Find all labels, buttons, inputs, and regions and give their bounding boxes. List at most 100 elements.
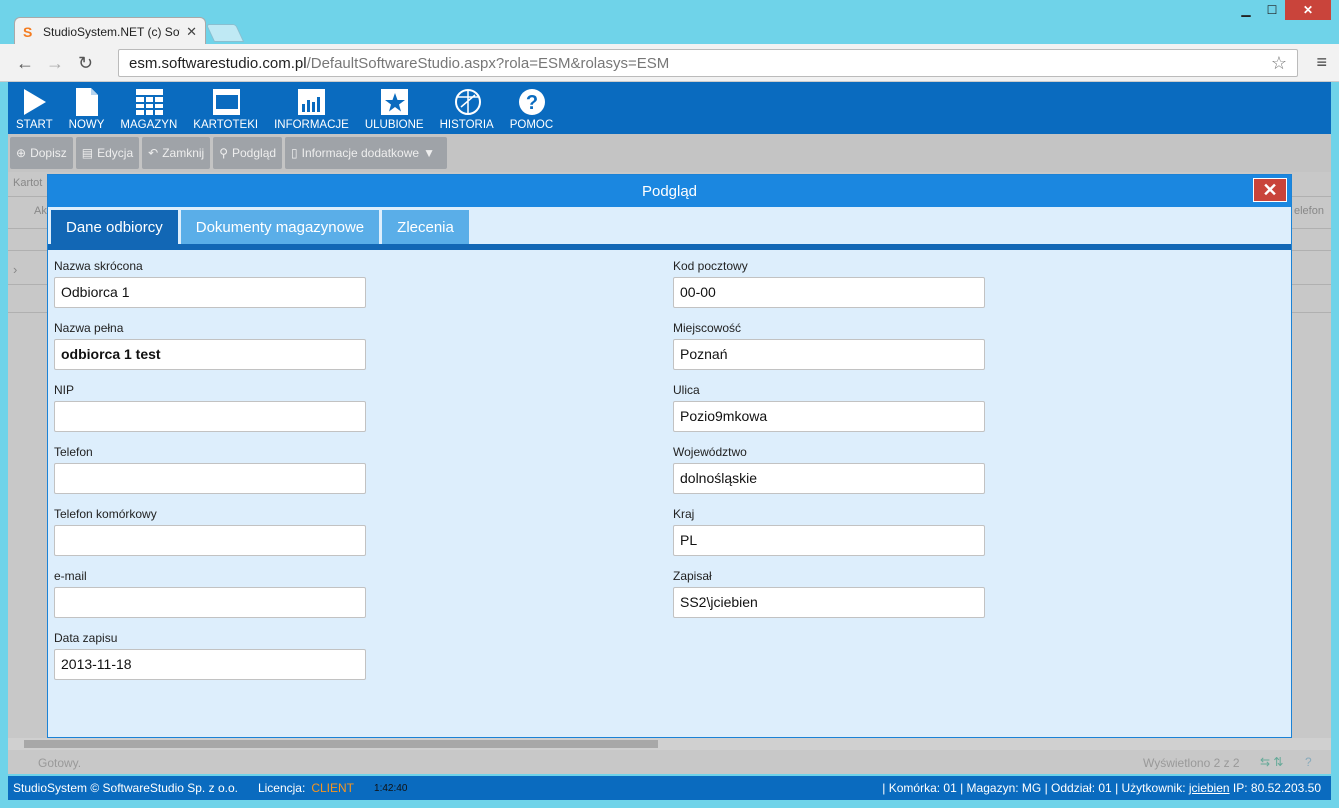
email-input[interactable] bbox=[54, 587, 366, 618]
dialog-close-button[interactable]: ✕ bbox=[1253, 178, 1287, 202]
ulica-input[interactable]: Pozio9mkowa bbox=[673, 401, 985, 432]
new-tab-button[interactable] bbox=[205, 24, 245, 42]
url-domain: esm.softwarestudio.com.pl bbox=[129, 55, 307, 72]
tab-title: StudioSystem.NET (c) Soft bbox=[43, 24, 181, 39]
toolbar-label: NOWY bbox=[68, 119, 105, 131]
nazwa-pelna-input[interactable]: odbiorca 1 test bbox=[54, 339, 366, 370]
column-ak: Ak bbox=[34, 205, 47, 217]
field-wojewodztwo: Województwo dolnośląskie bbox=[673, 445, 985, 494]
kod-pocztowy-input[interactable]: 00-00 bbox=[673, 277, 985, 308]
footer-info: | Komórka: 01 | Magazyn: MG | Oddział: 0… bbox=[882, 781, 1321, 795]
bookmark-star-icon[interactable]: ☆ bbox=[1271, 53, 1287, 74]
field-label: NIP bbox=[54, 383, 75, 397]
browser-menu-icon[interactable]: ≡ bbox=[1316, 52, 1327, 73]
edycja-button[interactable]: ▤ Edycja bbox=[75, 137, 140, 169]
toolbar-label: HISTORIA bbox=[439, 119, 494, 131]
tab-zlecenia[interactable]: Zlecenia bbox=[382, 210, 469, 244]
toolbar-kartoteki[interactable]: KARTOTEKI bbox=[185, 82, 266, 134]
back-icon[interactable]: ← bbox=[16, 53, 34, 74]
studiosystem-logo-icon: S bbox=[23, 23, 33, 40]
kraj-input[interactable]: PL bbox=[673, 525, 985, 556]
field-kod-pocztowy: Kod pocztowy 00-00 bbox=[673, 259, 985, 308]
forward-icon[interactable]: → bbox=[46, 53, 64, 74]
dopisz-button[interactable]: ⊕ Dopisz bbox=[10, 137, 73, 169]
session-time: 1:42:40 bbox=[374, 782, 408, 794]
field-ulica: Ulica Pozio9mkowa bbox=[673, 383, 985, 432]
window-controls: ▁ ☐ ✕ bbox=[1233, 0, 1331, 20]
url-path: /DefaultSoftwareStudio.aspx?rola=ESM&rol… bbox=[306, 55, 670, 72]
row-expand-icon[interactable]: › bbox=[13, 262, 17, 277]
field-label: Województwo bbox=[673, 445, 747, 459]
telefon-input[interactable] bbox=[54, 463, 366, 494]
star-icon bbox=[380, 87, 409, 117]
app-toolbar: START NOWY MAGAZYN KARTOTEKI INFORMACJE … bbox=[8, 82, 1331, 134]
history-icon bbox=[453, 87, 481, 117]
status-row: Gotowy. Wyświetlono 2 z 2 ⇆ ⇅ ? bbox=[8, 752, 1331, 774]
dialog-header: Podgląd ✕ bbox=[48, 175, 1291, 207]
toolbar-pomoc[interactable]: ? POMOC bbox=[502, 82, 561, 134]
reload-icon[interactable]: ↻ bbox=[78, 53, 93, 74]
search-icon: ⚲ bbox=[219, 146, 228, 160]
nazwa-skrocona-input[interactable]: Odbiorca 1 bbox=[54, 277, 366, 308]
podglad-button[interactable]: ⚲ Podgląd bbox=[213, 137, 283, 169]
field-label: Data zapisu bbox=[54, 631, 118, 645]
tab-dane-odbiorcy[interactable]: Dane odbiorcy bbox=[51, 210, 178, 244]
toolbar-start[interactable]: START bbox=[8, 82, 61, 134]
field-label: Zapisał bbox=[673, 569, 712, 583]
tab-underline bbox=[48, 244, 1291, 250]
field-nip: NIP bbox=[54, 383, 366, 432]
copyright: StudioSystem © SoftwareStudio Sp. z o.o. bbox=[13, 781, 238, 795]
tab-dokumenty-magazynowe[interactable]: Dokumenty magazynowe bbox=[180, 210, 380, 244]
zapisal-input[interactable]: SS2\jciebien bbox=[673, 587, 985, 618]
field-nazwa-pelna: Nazwa pełna odbiorca 1 test bbox=[54, 321, 366, 370]
field-label: Nazwa skrócona bbox=[54, 259, 143, 273]
field-label: Kraj bbox=[673, 507, 695, 521]
ip-address: IP: 80.52.203.50 bbox=[1232, 781, 1321, 795]
window-close-icon[interactable]: ✕ bbox=[1285, 0, 1331, 20]
field-miejscowosc: Miejscowość Poznań bbox=[673, 321, 985, 370]
chevron-down-icon: ▼ bbox=[423, 146, 435, 160]
field-data-zapisu: Data zapisu 2013-11-18 bbox=[54, 631, 366, 680]
wojewodztwo-input[interactable]: dolnośląskie bbox=[673, 463, 985, 494]
toolbar-magazyn[interactable]: MAGAZYN bbox=[112, 82, 185, 134]
field-label: e-mail bbox=[54, 569, 87, 583]
toolbar-label: INFORMACJE bbox=[274, 119, 349, 131]
app-footer: StudioSystem © SoftwareStudio Sp. z o.o.… bbox=[8, 776, 1331, 800]
toolbar-informacje[interactable]: INFORMACJE bbox=[266, 82, 357, 134]
dopisz-label: Dopisz bbox=[30, 146, 67, 160]
help-small-icon[interactable]: ? bbox=[1305, 755, 1312, 769]
document-small-icon: ▯ bbox=[291, 146, 298, 160]
url-input[interactable]: esm.softwarestudio.com.pl/DefaultSoftwar… bbox=[118, 49, 1298, 77]
field-zapisal: Zapisał SS2\jciebien bbox=[673, 569, 985, 618]
zamknij-button[interactable]: ↶ Zamknij bbox=[142, 137, 211, 169]
browser-titlebar: S StudioSystem.NET (c) Soft ✕ ▁ ☐ ✕ bbox=[0, 0, 1339, 45]
user-link[interactable]: jciebien bbox=[1189, 781, 1230, 795]
footer-context: | Komórka: 01 | Magazyn: MG | Oddział: 0… bbox=[882, 781, 1186, 795]
field-label: Telefon bbox=[54, 445, 93, 459]
maximize-icon[interactable]: ☐ bbox=[1259, 0, 1285, 20]
nip-input[interactable] bbox=[54, 401, 366, 432]
browser-tab[interactable]: S StudioSystem.NET (c) Soft ✕ bbox=[14, 17, 206, 45]
horizontal-scrollbar[interactable] bbox=[8, 738, 1331, 750]
export-icon[interactable]: ⇆ ⇅ bbox=[1260, 755, 1283, 769]
records-count: Wyświetlono 2 z 2 bbox=[1143, 756, 1240, 770]
miejscowosc-input[interactable]: Poznań bbox=[673, 339, 985, 370]
close-icon: ✕ bbox=[1262, 179, 1278, 200]
dialog-title: Podgląd bbox=[641, 182, 698, 200]
data-zapisu-input[interactable]: 2013-11-18 bbox=[54, 649, 366, 680]
edit-icon: ▤ bbox=[81, 146, 94, 160]
kartot-label: Kartot bbox=[13, 177, 43, 189]
scrollbar-thumb[interactable] bbox=[24, 740, 658, 748]
toolbar-historia[interactable]: HISTORIA bbox=[432, 82, 502, 134]
toolbar-nowy[interactable]: NOWY bbox=[61, 82, 113, 134]
help-icon: ? bbox=[517, 87, 546, 117]
telefon-komorkowy-input[interactable] bbox=[54, 525, 366, 556]
toolbar-label: KARTOTEKI bbox=[193, 119, 259, 131]
tab-close-icon[interactable]: ✕ bbox=[186, 24, 197, 40]
info-dropdown-button[interactable]: ▯ Informacje dodatkowe ▼ bbox=[285, 137, 447, 169]
play-icon bbox=[20, 87, 48, 117]
toolbar-ulubione[interactable]: ULUBIONE bbox=[357, 82, 432, 134]
field-label: Telefon komórkowy bbox=[54, 507, 157, 521]
minimize-icon[interactable]: ▁ bbox=[1233, 0, 1259, 20]
window-icon bbox=[212, 87, 240, 117]
